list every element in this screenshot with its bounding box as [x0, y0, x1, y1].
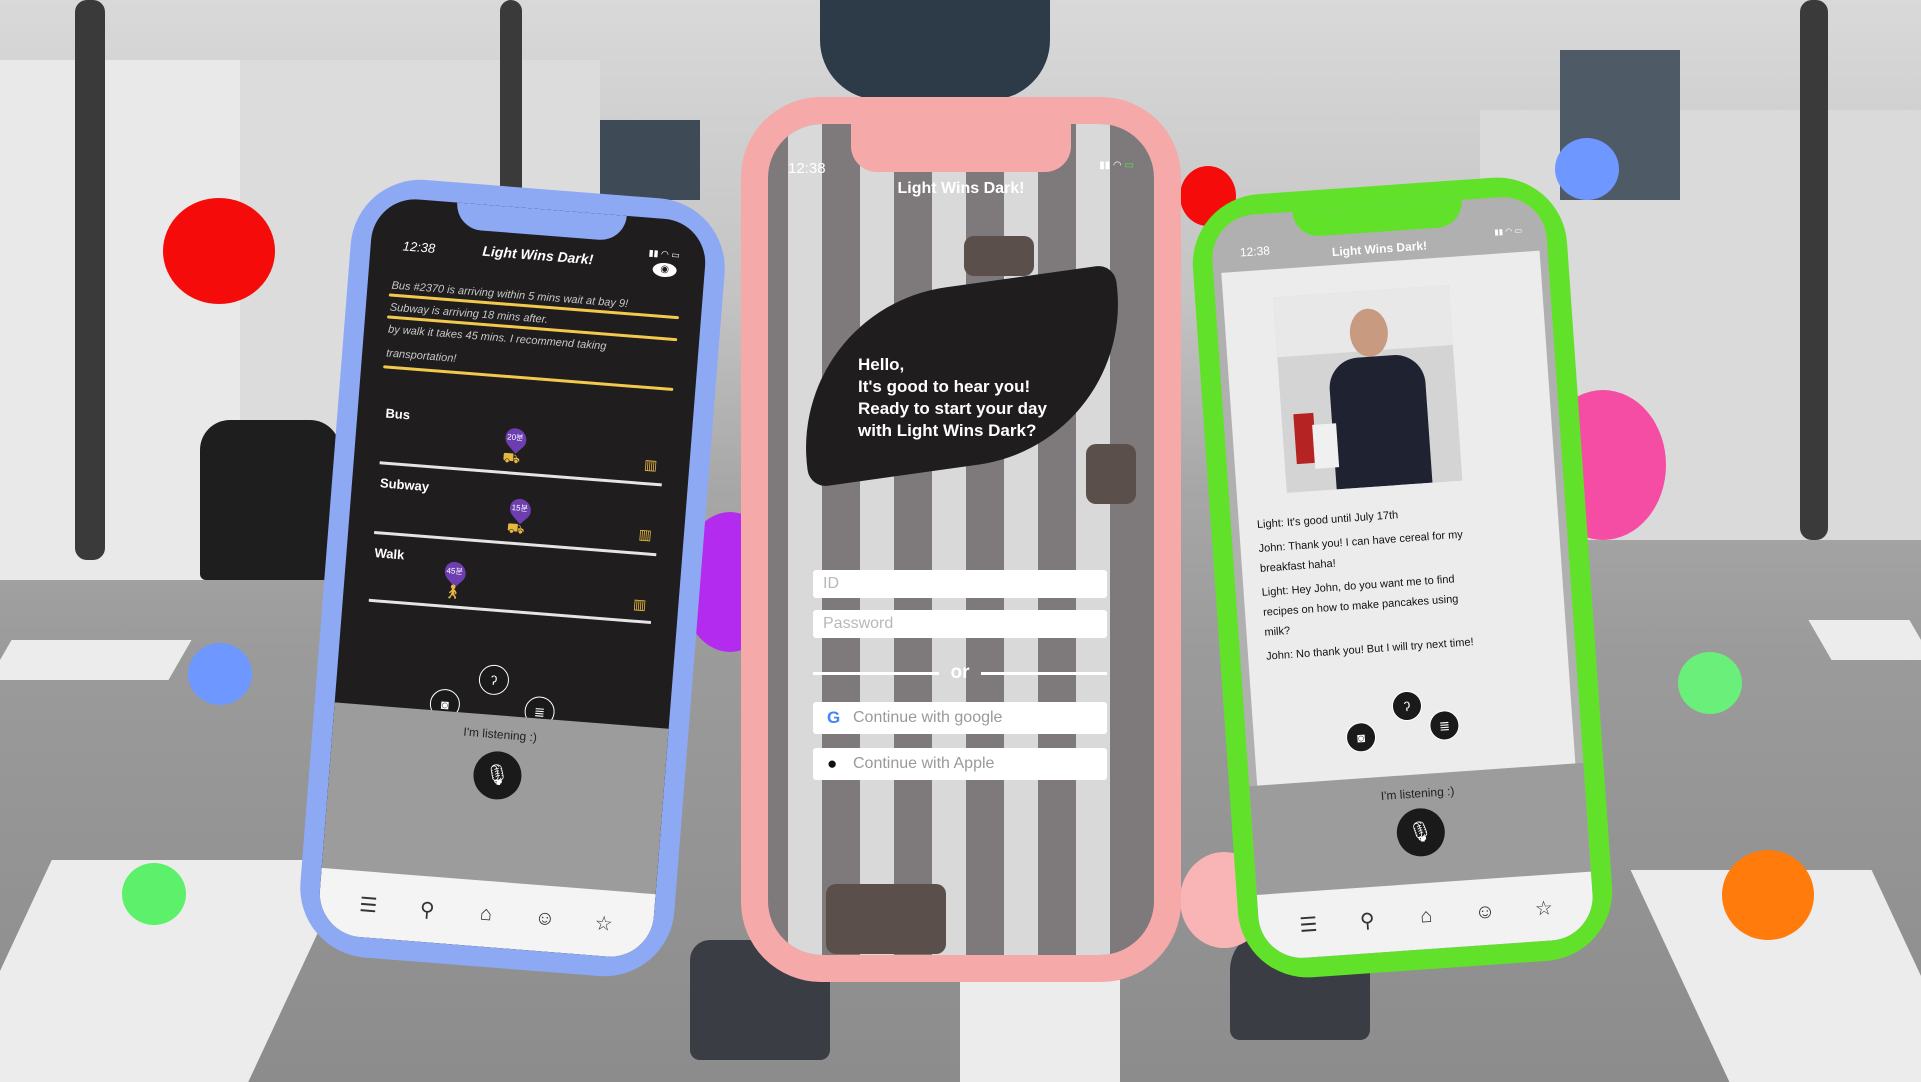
walk-icon: 🚶︎ — [443, 582, 463, 601]
status-icons: ▮▮ ◠ ▭ — [1099, 160, 1134, 171]
crosswalk-stripe — [932, 124, 966, 955]
greeting-line: Ready to start your day — [858, 399, 1047, 418]
palm-tree — [500, 0, 522, 200]
greeting-text: Hello, It's good to hear you! Ready to s… — [858, 354, 1078, 442]
decorative-dot-green — [1678, 652, 1742, 714]
destination-icon: ▥ — [637, 525, 653, 543]
home-icon[interactable]: ⌂ — [470, 901, 502, 926]
status-time: 12:38 — [788, 160, 826, 177]
divider-line — [981, 672, 1107, 675]
route-label-subway: Subway — [379, 475, 430, 495]
route-label-walk: Walk — [373, 545, 405, 563]
camera-icon[interactable]: ◙ — [1345, 721, 1378, 754]
palm-tree — [1800, 0, 1828, 540]
bus-icon: ⛟ — [501, 448, 521, 467]
login-screen: 12:38 ▮▮ ◠ ▭ Light Wins Dark! Hello, It'… — [768, 124, 1154, 955]
apple-icon: ● — [827, 754, 838, 773]
menu-icon[interactable]: ☰ — [1293, 911, 1325, 938]
profile-icon[interactable]: ☺ — [1469, 900, 1501, 925]
decorative-dot-red — [163, 198, 275, 304]
street-banner — [600, 120, 700, 200]
person-sweater — [1327, 352, 1433, 490]
home-icon[interactable]: ⌂ — [1410, 904, 1442, 929]
profile-icon[interactable]: ☺ — [529, 906, 561, 931]
decorative-dot-green — [122, 863, 186, 925]
apple-signin-label: Continue with Apple — [853, 755, 995, 772]
crosswalk-stripe — [960, 980, 1120, 1082]
shared-photo — [1273, 285, 1463, 493]
listening-panel: I'm listening :) 🎙︎ — [321, 702, 669, 899]
phone-mockup-transit: 12:38 ▮▮ ◠ ▭ Light Wins Dark! ◉ Bus #237… — [294, 174, 731, 982]
background-street-scene: 12:38 ▮▮ ◠ ▭ Light Wins Dark! ◉ Bus #237… — [0, 0, 1921, 1082]
greeting-line: with Light Wins Dark? — [858, 421, 1037, 440]
eta-badge: 20분 — [506, 432, 524, 443]
mic-icon[interactable]: 🎙︎ — [471, 749, 523, 802]
crosswalk-stripe — [788, 124, 822, 955]
google-icon: G — [827, 708, 841, 727]
greeting-line: Hello, — [858, 355, 905, 374]
phone-notch — [454, 202, 627, 242]
person-torso — [820, 0, 1050, 100]
destination-icon: ▥ — [632, 595, 647, 613]
apple-signin-button[interactable]: ● Continue with Apple — [813, 748, 1107, 780]
phone-notch — [851, 124, 1071, 172]
phone-notch — [1291, 199, 1464, 238]
crosswalk-stripe — [1808, 620, 1921, 660]
subway-icon: ⛟ — [506, 519, 526, 537]
decorative-dot-blue — [1555, 138, 1619, 200]
eta-badge: 15분 — [511, 503, 529, 514]
phone-mockup-chat: 12:38 ▮▮ ◠ ▭ Light Wins Dark! Light: It'… — [1188, 172, 1617, 983]
crosswalk-stripe — [860, 124, 894, 955]
phone-mockup-login: 12:38 ▮▮ ◠ ▭ Light Wins Dark! Hello, It'… — [741, 97, 1181, 982]
app-title: Light Wins Dark! — [897, 180, 1025, 197]
note-icon[interactable]: ≣ — [1428, 709, 1461, 742]
route-progress-walk — [368, 598, 652, 624]
route-label-bus: Bus — [384, 405, 411, 423]
decorative-dot-orange — [1722, 850, 1814, 940]
password-field[interactable]: Password — [813, 610, 1107, 638]
star-icon[interactable]: ☆ — [588, 910, 620, 937]
decorative-dot-blue — [188, 643, 252, 705]
menu-icon[interactable]: ☰ — [352, 891, 384, 918]
chat-screen: 12:38 ▮▮ ◠ ▭ Light Wins Dark! Light: It'… — [1209, 194, 1596, 961]
search-icon[interactable]: ⚲ — [411, 896, 443, 923]
pedestrian — [964, 236, 1034, 276]
transit-screen: 12:38 ▮▮ ◠ ▭ Light Wins Dark! ◉ Bus #237… — [316, 195, 709, 961]
google-signin-label: Continue with google — [853, 709, 1003, 726]
destination-icon: ▥ — [643, 455, 658, 473]
star-icon[interactable]: ☆ — [1528, 894, 1560, 921]
ear-icon[interactable]: ʔ — [1390, 689, 1423, 723]
palm-tree — [75, 0, 105, 560]
greeting-line: It's good to hear you! — [858, 377, 1031, 396]
search-icon[interactable]: ⚲ — [1351, 907, 1383, 934]
chat-card: Light: It's good until July 17th John: T… — [1221, 250, 1579, 831]
mic-icon[interactable]: 🎙︎ — [1394, 806, 1446, 858]
or-divider: or — [813, 661, 1107, 685]
id-field[interactable]: ID — [813, 570, 1107, 598]
google-signin-button[interactable]: G Continue with google — [813, 702, 1107, 734]
milk-carton — [1312, 423, 1340, 469]
crosswalk-stripe — [1076, 124, 1110, 955]
ear-icon[interactable]: ʔ — [477, 663, 511, 696]
crosswalk-stripe — [0, 640, 192, 680]
pedestrian — [826, 884, 946, 954]
listening-status: I'm listening :) — [462, 724, 538, 745]
eta-badge: 45분 — [446, 566, 464, 577]
pedestrian — [1086, 444, 1136, 504]
parked-car — [200, 420, 340, 580]
